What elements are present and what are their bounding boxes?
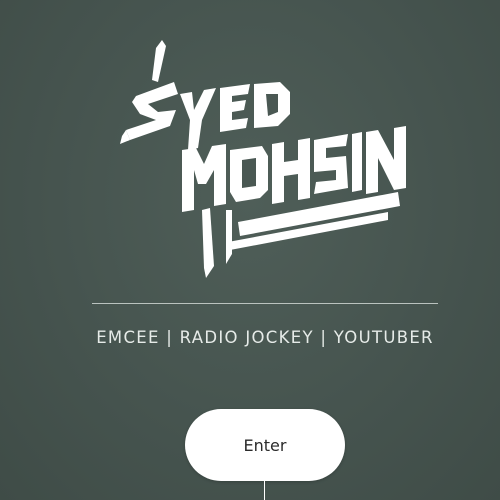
enter-connector-line: [264, 481, 265, 500]
tagline: EMCEE | RADIO JOCKEY | YOUTUBER: [96, 328, 434, 347]
landing-page: EMCEE | RADIO JOCKEY | YOUTUBER Enter: [0, 0, 500, 500]
syed-mohsin-logo: [120, 40, 406, 278]
enter-button[interactable]: Enter: [185, 409, 345, 481]
divider-line: [92, 303, 438, 304]
